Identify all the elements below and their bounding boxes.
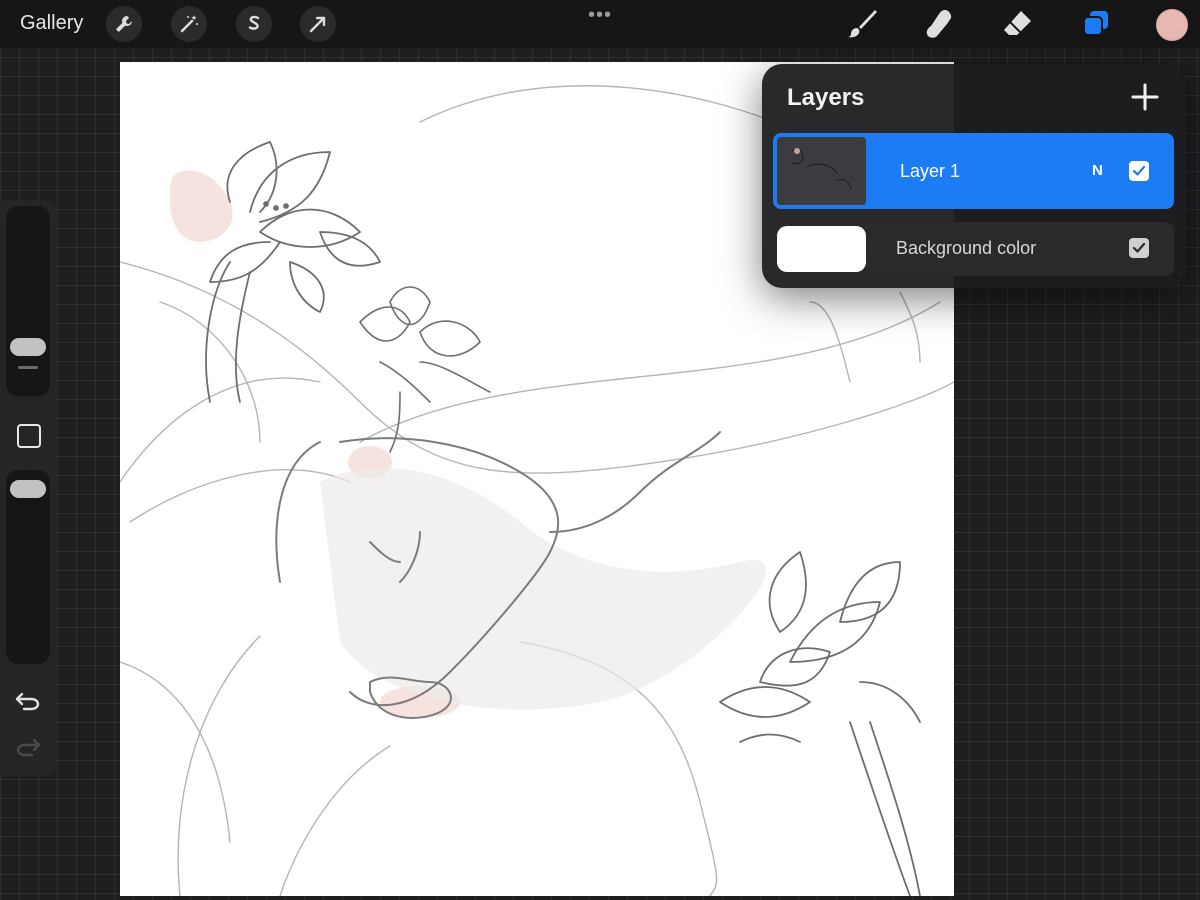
layer-thumbnail [777, 137, 866, 205]
layer-name: Background color [896, 238, 1037, 258]
transform-button[interactable] [300, 6, 336, 42]
brush-icon [848, 10, 877, 38]
checkmark-icon [1132, 165, 1146, 176]
redo-icon[interactable] [14, 734, 42, 758]
adjustments-button[interactable] [171, 6, 207, 42]
more-options-button[interactable]: ••• [588, 4, 612, 27]
layer-name: Layer 1 [900, 161, 961, 181]
color-swatch[interactable] [1156, 9, 1188, 41]
layer-visibility-checkbox[interactable] [1129, 161, 1149, 181]
opacity-thumb[interactable] [10, 480, 46, 498]
wrench-icon [116, 16, 132, 32]
undo-icon[interactable] [14, 688, 42, 712]
actions-button[interactable] [106, 6, 142, 42]
selection-button[interactable] [236, 6, 272, 42]
checkmark-icon [1132, 242, 1146, 253]
eraser-icon [1004, 11, 1031, 35]
selection-s-icon [248, 15, 260, 30]
smudge-icon [926, 10, 952, 38]
background-color-swatch [777, 226, 866, 272]
layer-row-layer-1[interactable]: Layer 1 N [773, 133, 1174, 209]
blend-mode-button[interactable]: N [1092, 162, 1103, 179]
background-visibility-checkbox[interactable] [1129, 238, 1149, 258]
opacity-slider[interactable] [6, 470, 50, 664]
gallery-button[interactable]: Gallery [20, 12, 83, 35]
layers-icon [1083, 11, 1108, 36]
brush-size-thumb[interactable] [10, 338, 46, 356]
brush-tool-button[interactable] [842, 6, 882, 42]
smudge-tool-button[interactable] [920, 6, 960, 42]
arrow-transform-icon [309, 16, 326, 33]
layers-title: Layers [787, 84, 865, 111]
layers-tool-button[interactable] [1076, 6, 1116, 42]
thumb-indicator [18, 366, 38, 369]
top-toolbar: Gallery ••• [0, 0, 1200, 48]
layer-row-background-color[interactable]: Background color [773, 222, 1174, 276]
eraser-tool-button[interactable] [998, 6, 1038, 42]
brush-size-slider[interactable] [6, 206, 50, 396]
magic-wand-icon [180, 15, 198, 33]
modify-button[interactable] [17, 424, 41, 448]
plus-icon[interactable] [1130, 82, 1160, 112]
left-sidebar [0, 200, 56, 776]
layers-panel: Layers Layer 1 N Background color [762, 64, 1186, 288]
